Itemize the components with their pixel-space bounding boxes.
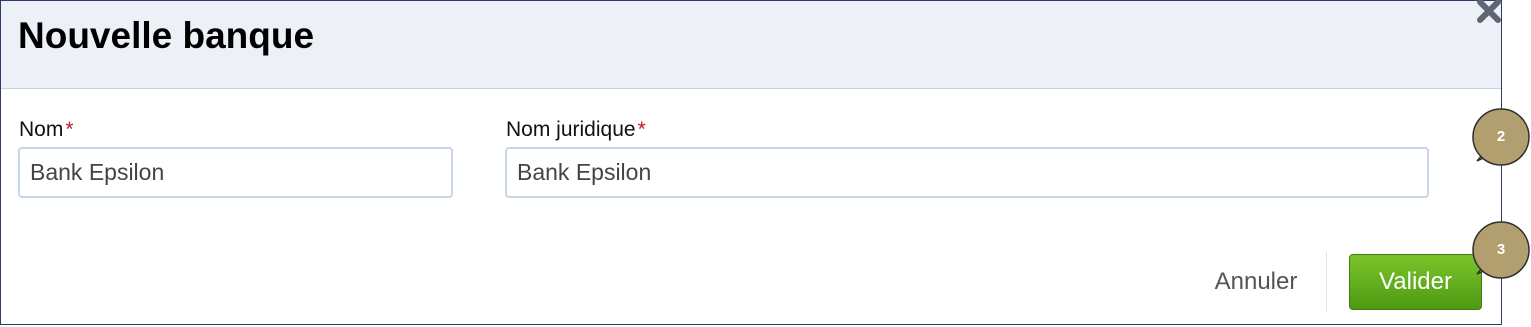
nom-input[interactable] xyxy=(18,147,453,198)
close-icon[interactable] xyxy=(1475,0,1503,25)
nom-required-marker: * xyxy=(65,118,74,141)
callout-marker-2: 2 xyxy=(1471,107,1531,167)
nom-juridique-label-text: Nom juridique xyxy=(506,118,636,141)
nom-label-text: Nom xyxy=(19,118,64,141)
dialog-header: Nouvelle banque xyxy=(1,1,1501,89)
cancel-button[interactable]: Annuler xyxy=(1196,260,1316,304)
callout-number: 3 xyxy=(1496,241,1506,258)
footer-divider xyxy=(1326,251,1327,312)
nom-juridique-label: Nom juridique* xyxy=(506,116,646,144)
nom-juridique-required-marker: * xyxy=(637,118,646,141)
new-bank-dialog: Nouvelle banque Nom* Nom juridique* Annu… xyxy=(0,0,1502,325)
dialog-title: Nouvelle banque xyxy=(18,15,315,56)
submit-button[interactable]: Valider xyxy=(1349,254,1482,310)
callout-number: 2 xyxy=(1496,128,1506,145)
callout-marker-3: 3 xyxy=(1471,220,1531,280)
nom-juridique-input[interactable] xyxy=(505,147,1429,198)
nom-label: Nom* xyxy=(19,116,74,144)
